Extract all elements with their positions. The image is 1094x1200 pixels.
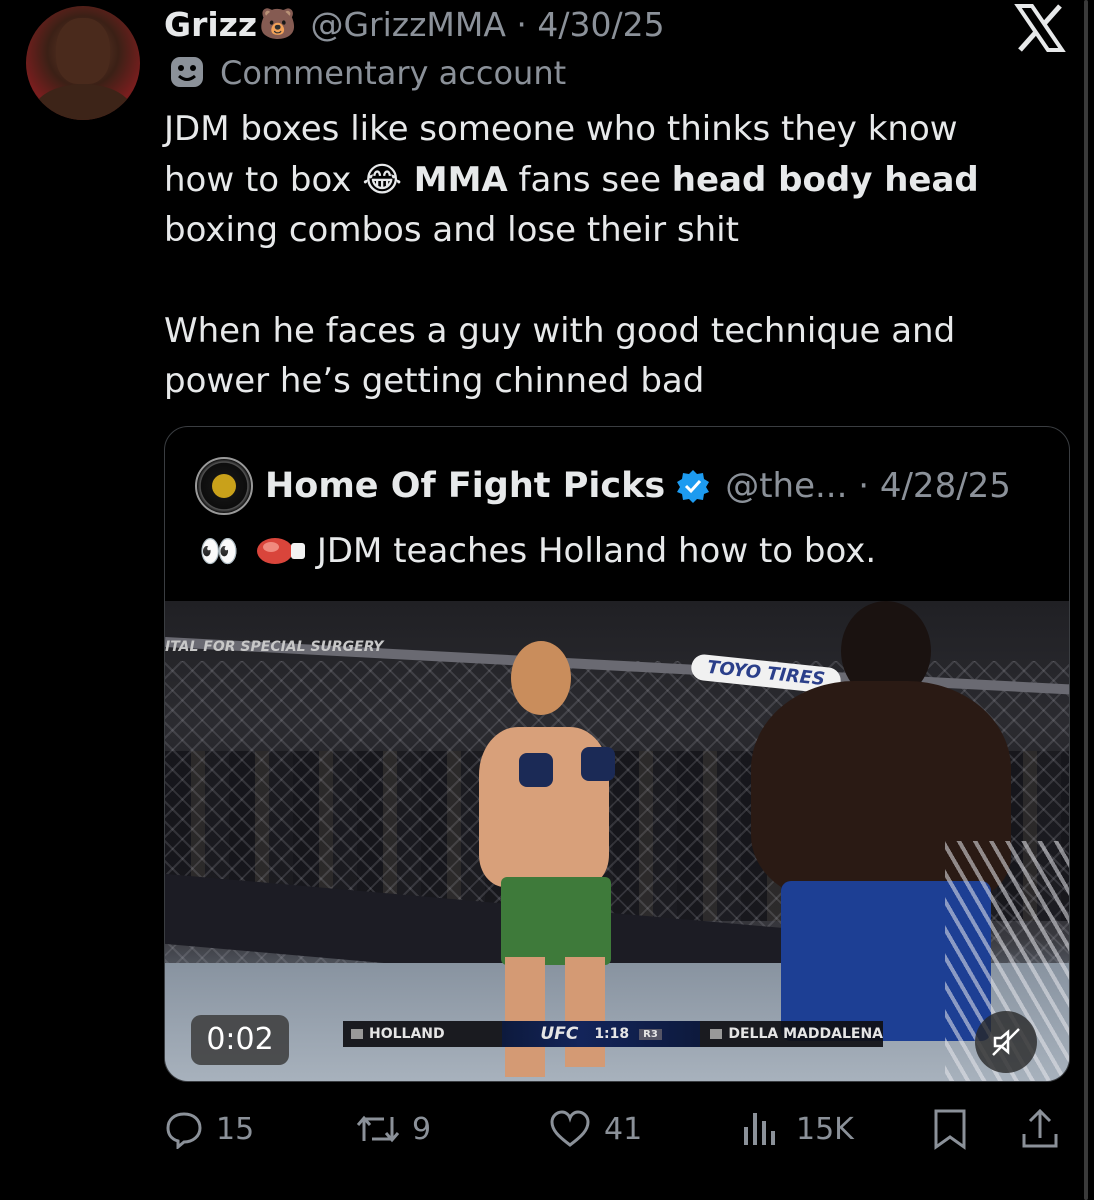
video-banner-text: ITAL FOR SPECIAL SURGERY <box>165 639 384 655</box>
like-icon <box>550 1110 590 1147</box>
reply-icon <box>166 1112 202 1149</box>
avatar-shoulders <box>32 84 134 120</box>
quoted-tweet[interactable]: Home Of Fight Picks @the... · 4/28/25 👀 … <box>164 426 1070 1082</box>
tweet-line-1: JDM boxes like someone who thinks they k… <box>164 109 958 149</box>
action-bar: 15 9 41 15K <box>164 1104 1064 1154</box>
tweet-text-segment: fans see <box>507 159 672 200</box>
scorebar-logo: UFC <box>540 1024 579 1044</box>
tweet-line-5: power he’s getting chinned bad <box>164 361 705 401</box>
tweet-bold-segment: MMA <box>401 159 508 200</box>
like-button[interactable]: 41 <box>548 1104 642 1154</box>
scrollbar[interactable] <box>1084 0 1088 1200</box>
scorebar-blue-corner: DELLA MADDALENA <box>700 1026 883 1042</box>
quote-header: Home Of Fight Picks @the... · 4/28/25 <box>195 457 1011 515</box>
laughing-emoji: 😂 <box>362 159 402 200</box>
x-logo-icon[interactable] <box>1014 4 1066 52</box>
views-button[interactable]: 15K <box>740 1104 854 1154</box>
flag-icon <box>351 1029 363 1039</box>
tweet-header: Grizz 🐻 @GrizzMMA · 4/30/25 <box>164 2 665 46</box>
commentary-badge: Commentary account <box>168 54 566 92</box>
quote-handle-date[interactable]: @the... · 4/28/25 <box>725 466 1011 506</box>
boxing-glove-icon <box>256 538 305 564</box>
avatar-face <box>56 18 110 84</box>
tweet-line-2: how to box 😂 MMA fans see head body head <box>164 155 1064 206</box>
tweet-line-4: When he faces a guy with good technique … <box>164 310 956 351</box>
repost-icon <box>356 1115 400 1143</box>
tweet-bold-segment: head body head <box>671 159 979 200</box>
quote-body: 👀 JDM teaches Holland how to box. <box>199 531 876 571</box>
fighter-holland <box>465 637 655 1077</box>
fighter-shorts <box>501 877 611 965</box>
fighter-glove <box>581 747 615 781</box>
video-scorebar: HOLLAND UFC 1:18 R3 DELLA MADDALENA <box>343 1021 883 1047</box>
scorebar-red-name: HOLLAND <box>369 1026 445 1042</box>
bookmark-button[interactable] <box>930 1104 982 1154</box>
reply-button[interactable]: 15 <box>164 1104 254 1154</box>
quote-avatar[interactable] <box>195 457 253 515</box>
fighter-head <box>511 641 571 715</box>
share-button[interactable] <box>1020 1104 1072 1154</box>
bookmark-icon <box>934 1109 966 1150</box>
share-icon <box>1022 1108 1058 1148</box>
mute-icon <box>992 1028 1020 1056</box>
like-count: 41 <box>604 1111 643 1147</box>
quote-text: JDM teaches Holland how to box. <box>316 531 877 571</box>
repost-count: 9 <box>412 1111 432 1147</box>
mute-button[interactable] <box>975 1011 1037 1073</box>
fighter-leg <box>505 957 545 1077</box>
fighter-glove <box>519 753 553 787</box>
author-handle-date[interactable]: @GrizzMMA · 4/30/25 <box>310 5 664 44</box>
flag-icon <box>710 1029 723 1039</box>
author-name[interactable]: Grizz <box>164 5 257 44</box>
tweet-line-3: boxing combos and lose their shit <box>164 210 739 250</box>
views-icon <box>744 1113 775 1145</box>
tweet-body: JDM boxes like someone who thinks they k… <box>164 104 1064 407</box>
scorebar-red-corner: HOLLAND <box>343 1026 502 1042</box>
video-player[interactable]: ITAL FOR SPECIAL SURGERY TOYO TIRES HOLL… <box>165 601 1069 1081</box>
commentary-label: Commentary account <box>220 54 567 92</box>
verified-icon <box>677 470 710 503</box>
quote-author-name[interactable]: Home Of Fight Picks <box>265 466 665 506</box>
author-avatar[interactable] <box>26 6 140 120</box>
mask-icon <box>171 57 203 87</box>
video-timestamp: 0:02 <box>191 1015 289 1065</box>
tweet-text-segment: how to box <box>164 159 363 200</box>
repost-button[interactable]: 9 <box>356 1104 431 1154</box>
fighter-leg <box>565 957 605 1067</box>
author-emoji: 🐻 <box>259 6 297 42</box>
scorebar-blue-name: DELLA MADDALENA <box>728 1026 883 1042</box>
scorebar-center: UFC 1:18 R3 <box>501 1021 701 1047</box>
scorebar-round: R3 <box>639 1028 662 1040</box>
views-count: 15K <box>796 1111 854 1147</box>
scorebar-clock: 1:18 <box>594 1026 630 1042</box>
reply-count: 15 <box>216 1111 255 1147</box>
eyes-emoji: 👀 <box>199 532 239 570</box>
